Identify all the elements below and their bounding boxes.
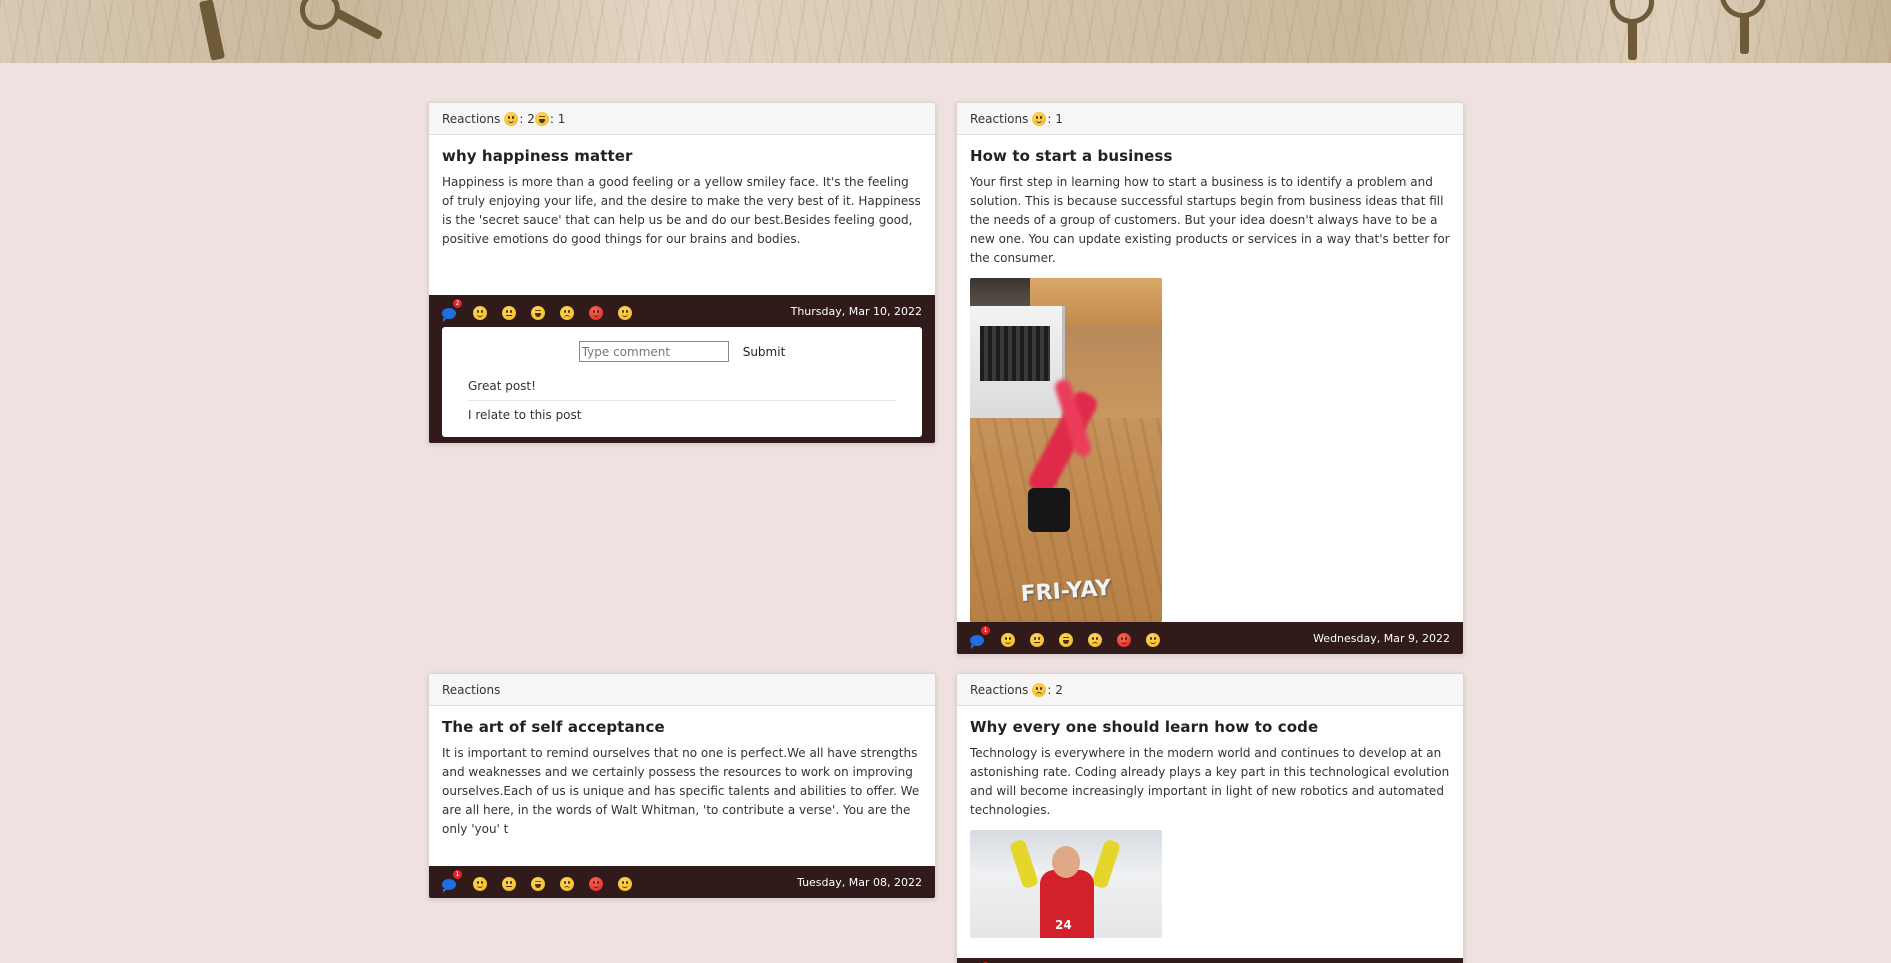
- comment-input[interactable]: [578, 341, 729, 362]
- comment-item: Great post!: [468, 379, 536, 393]
- comment-icon[interactable]: 2: [442, 298, 462, 322]
- reaction-count: : 2: [1032, 682, 1063, 697]
- smile-icon[interactable]: [618, 306, 632, 320]
- post-title: How to start a business: [970, 147, 1173, 165]
- smile-icon: [504, 111, 519, 126]
- angry-icon[interactable]: [589, 306, 603, 320]
- post-card: Reactions : 1 How to start a business Yo…: [956, 102, 1464, 655]
- reaction-count: : 1: [534, 111, 565, 126]
- smile-icon: [1032, 111, 1047, 126]
- neutral-icon[interactable]: [502, 306, 516, 320]
- post-gif: FRI-YAY: [970, 278, 1162, 622]
- comments-section: Submit Great post! I relate to this post: [429, 327, 935, 443]
- submit-button[interactable]: Submit: [743, 345, 786, 359]
- neutral-icon[interactable]: [1030, 633, 1044, 647]
- laugh-icon[interactable]: [531, 306, 545, 320]
- smile-icon[interactable]: [1146, 633, 1160, 647]
- smile-icon[interactable]: [473, 877, 487, 891]
- reaction-count: : 2: [504, 111, 535, 126]
- post-date: Tuesday, Mar 08, 2022: [797, 875, 922, 889]
- post-footer: 1: [957, 958, 1463, 963]
- post-title: The art of self acceptance: [442, 718, 665, 736]
- post-card: Reactions : 2 Why every one should learn…: [956, 673, 1464, 963]
- smile-icon[interactable]: [473, 306, 487, 320]
- laugh-icon[interactable]: [531, 877, 545, 891]
- post-gif: 24: [970, 830, 1162, 938]
- reactions-label: Reactions: [970, 111, 1029, 126]
- post-footer: 1 Wednesday, Mar 9, 2022: [957, 622, 1463, 654]
- comment-icon[interactable]: 1: [970, 625, 990, 649]
- post-date: Thursday, Mar 10, 2022: [790, 304, 922, 318]
- sad-icon[interactable]: [1088, 633, 1102, 647]
- post-date: Wednesday, Mar 9, 2022: [1313, 631, 1450, 645]
- reactions-label: Reactions: [442, 682, 501, 697]
- sad-icon[interactable]: [560, 877, 574, 891]
- reactions-bar: Reactions : 2: [957, 674, 1463, 706]
- comment-count-badge: 2: [453, 298, 462, 308]
- post-title: why happiness matter: [442, 147, 633, 165]
- post-body: Your first step in learning how to start…: [970, 175, 1450, 265]
- reactions-label: Reactions: [442, 111, 501, 126]
- reactions-label: Reactions: [970, 682, 1029, 697]
- comment-item: I relate to this post: [468, 400, 896, 429]
- comment-form: Submit: [468, 341, 896, 362]
- smile-icon[interactable]: [618, 877, 632, 891]
- post-footer: 1 Tuesday, Mar 08, 2022: [429, 866, 935, 898]
- post-body: It is important to remind ourselves that…: [442, 746, 920, 836]
- neutral-icon[interactable]: [502, 877, 516, 891]
- post-card: Reactions The art of self acceptance It …: [428, 673, 936, 899]
- reactions-bar: Reactions : 2 : 1: [429, 103, 935, 135]
- angry-icon[interactable]: [1117, 633, 1131, 647]
- laugh-icon[interactable]: [1059, 633, 1073, 647]
- header-banner: [0, 0, 1891, 63]
- comment-count-badge: 1: [453, 869, 462, 879]
- laugh-icon: [534, 111, 549, 126]
- sad-icon[interactable]: [560, 306, 574, 320]
- reactions-bar: Reactions: [429, 674, 935, 706]
- reactions-bar: Reactions : 1: [957, 103, 1463, 135]
- post-body: Happiness is more than a good feeling or…: [442, 175, 921, 246]
- comment-count-badge: 1: [981, 625, 990, 635]
- smile-icon[interactable]: [1001, 633, 1015, 647]
- comment-icon[interactable]: 1: [442, 869, 462, 893]
- sad-icon: [1032, 682, 1047, 697]
- post-card: Reactions : 2 : 1 why happiness matter H…: [428, 102, 936, 444]
- gif-caption: 24: [1055, 918, 1072, 932]
- post-body: Technology is everywhere in the modern w…: [970, 746, 1450, 817]
- reaction-count: : 1: [1032, 111, 1063, 126]
- post-title: Why every one should learn how to code: [970, 718, 1319, 736]
- post-footer: 2 Thursday, Mar 10, 2022: [429, 295, 935, 327]
- angry-icon[interactable]: [589, 877, 603, 891]
